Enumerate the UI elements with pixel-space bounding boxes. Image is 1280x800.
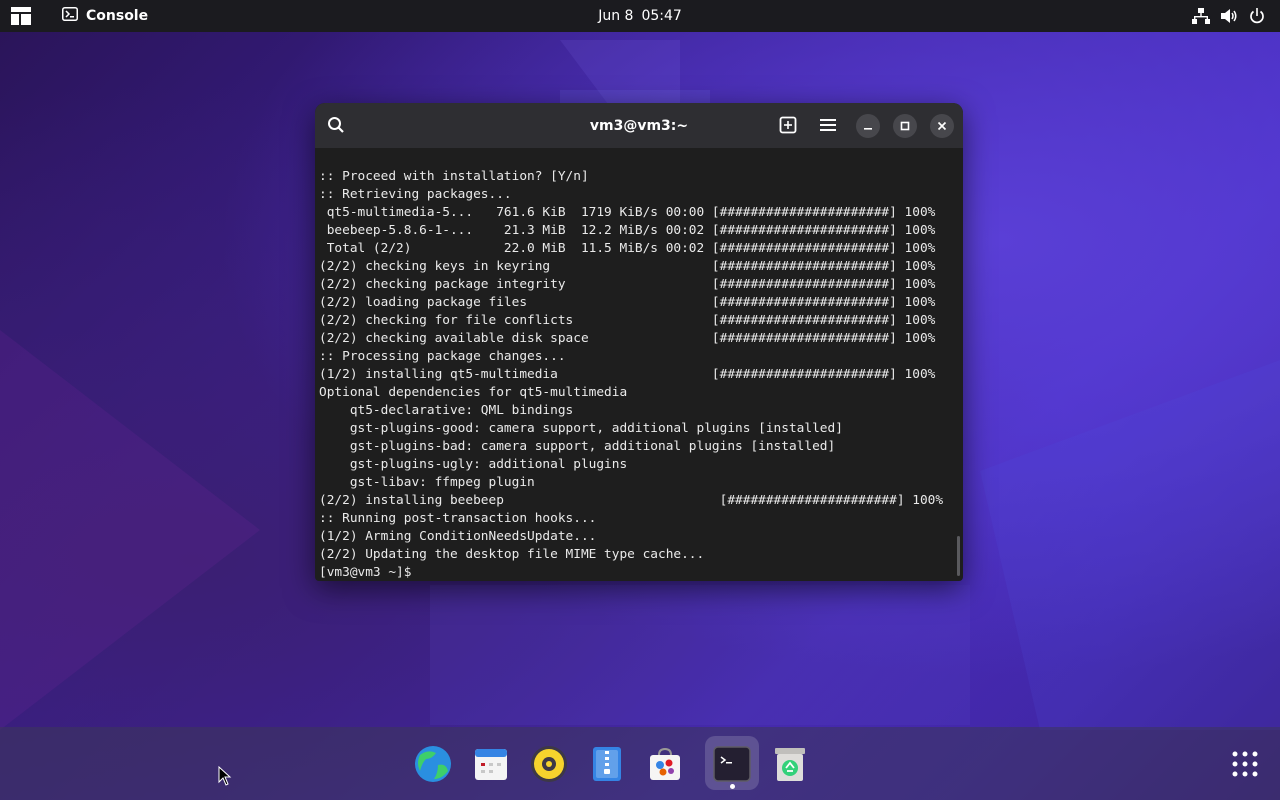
terminal-line: qt5-multimedia-5... 761.6 KiB 1719 KiB/s… [319, 205, 936, 220]
software-store-icon[interactable] [645, 744, 685, 784]
terminal-line: :: Proceed with installation? [Y/n] [319, 169, 589, 184]
terminal-line: gst-plugins-ugly: additional plugins [319, 457, 628, 472]
terminal-line: Total (2/2) 22.0 MiB 11.5 MiB/s 00:02 [#… [319, 241, 936, 256]
terminal-line: [vm3@vm3 ~]$ [319, 565, 420, 580]
top-bar: Console Jun 8 05:47 [0, 0, 1280, 32]
archive-manager-icon[interactable] [587, 744, 627, 784]
terminal-line: (2/2) loading package files [###########… [319, 295, 936, 310]
web-browser-icon[interactable] [413, 744, 453, 784]
terminal-line: :: Processing package changes... [319, 349, 566, 364]
clock[interactable]: Jun 8 05:47 [0, 0, 1280, 32]
volume-icon[interactable] [1220, 6, 1238, 26]
terminal-line: (2/2) Updating the desktop file MIME typ… [319, 547, 705, 562]
mouse-cursor-icon [218, 765, 232, 786]
terminal-line: (1/2) Arming ConditionNeedsUpdate... [319, 529, 597, 544]
terminal-line: (2/2) checking for file conflicts [#####… [319, 313, 936, 328]
search-icon[interactable] [321, 111, 351, 139]
terminal-line: :: Running post-transaction hooks... [319, 511, 597, 526]
terminal-window[interactable]: vm3@vm3:~ :: Proceed with installation? … [315, 103, 963, 581]
wallpaper-shape [430, 585, 970, 725]
terminal-line: gst-plugins-bad: camera support, additio… [319, 439, 836, 454]
scrollbar[interactable] [957, 536, 960, 576]
terminal-line: :: Retrieving packages... [319, 187, 512, 202]
trash-icon[interactable] [770, 744, 810, 784]
dock [0, 727, 1280, 800]
minimize-icon[interactable] [856, 114, 880, 138]
terminal-line: beebeep-5.8.6-1-... 21.3 MiB 12.2 MiB/s … [319, 223, 936, 238]
clock-time: 05:47 [641, 8, 682, 24]
network-icon[interactable] [1192, 6, 1210, 26]
running-indicator [730, 784, 735, 789]
close-icon[interactable] [930, 114, 954, 138]
wallpaper-shape [0, 330, 260, 730]
terminal-line: gst-libav: ffmpeg plugin [319, 475, 535, 490]
terminal-line: (2/2) checking keys in keyring [########… [319, 259, 936, 274]
terminal-output[interactable]: :: Proceed with installation? [Y/n]:: Re… [319, 168, 959, 580]
terminal-line: Optional dependencies for qt5-multimedia [319, 385, 628, 400]
console-icon[interactable] [712, 744, 752, 784]
show-apps-icon[interactable] [1232, 751, 1258, 777]
clock-date: Jun 8 [598, 8, 634, 24]
wallpaper-shape [980, 360, 1280, 730]
hamburger-menu-icon[interactable] [813, 111, 843, 139]
system-tray[interactable] [1192, 6, 1266, 26]
calendar-icon[interactable] [471, 744, 511, 784]
terminal-line: (2/2) installing beebeep [##############… [319, 493, 944, 508]
terminal-line: (1/2) installing qt5-multimedia [#######… [319, 367, 936, 382]
terminal-line: (2/2) checking available disk space [###… [319, 331, 936, 346]
window-headerbar[interactable]: vm3@vm3:~ [315, 103, 963, 148]
new-tab-icon[interactable] [773, 111, 803, 139]
terminal-line: qt5-declarative: QML bindings [319, 403, 574, 418]
terminal-line: (2/2) checking package integrity [######… [319, 277, 936, 292]
music-player-icon[interactable] [529, 744, 569, 784]
maximize-icon[interactable] [893, 114, 917, 138]
terminal-line: gst-plugins-good: camera support, additi… [319, 421, 843, 436]
power-icon[interactable] [1248, 6, 1266, 26]
